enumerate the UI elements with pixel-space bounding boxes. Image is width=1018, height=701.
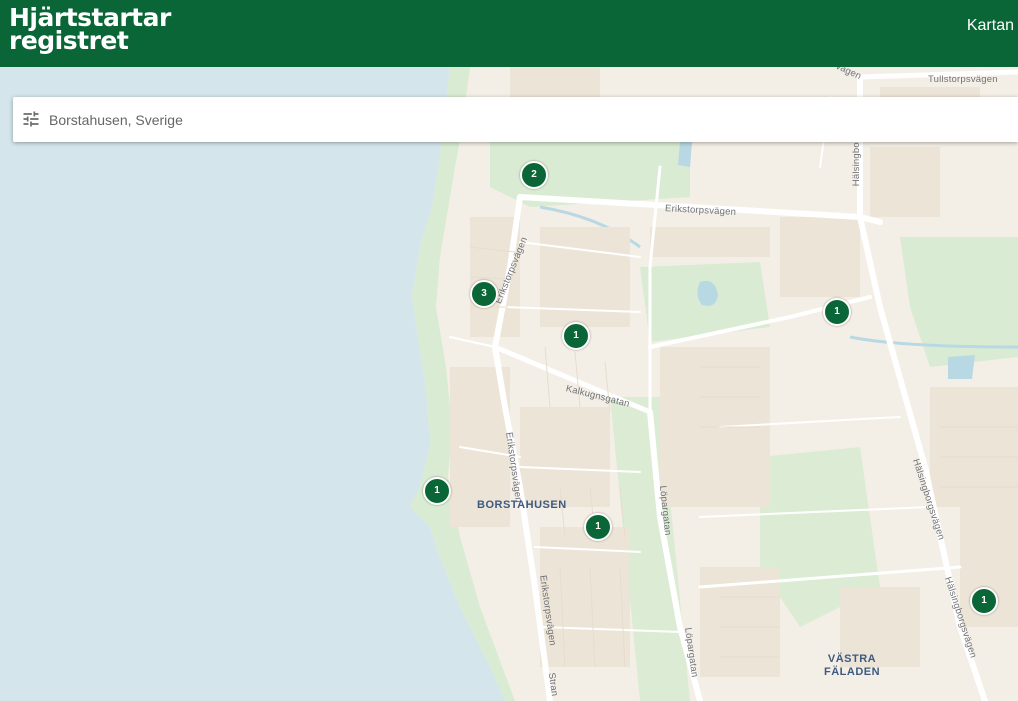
pond-3: [948, 355, 975, 379]
search-input[interactable]: [49, 97, 949, 142]
map-canvas: [0, 67, 1018, 701]
search-bar: [13, 97, 1018, 142]
aed-cluster-marker[interactable]: 2: [520, 161, 548, 189]
district-label-vastra-faladen: VÄSTRA FÄLADEN: [824, 653, 880, 679]
app-header: Hjärtstartar registret Kartan: [0, 0, 1018, 67]
aed-cluster-marker[interactable]: 1: [823, 298, 851, 326]
map-label-tullstorpsvagen: Tullstorpsvägen: [928, 74, 998, 85]
aed-cluster-marker[interactable]: 1: [562, 322, 590, 350]
district-label-faladen: FÄLADEN: [824, 666, 881, 678]
tune-icon[interactable]: [21, 109, 41, 129]
aed-cluster-marker[interactable]: 1: [423, 477, 451, 505]
district-label-vastra: VÄSTRA: [827, 653, 877, 665]
app-logo[interactable]: Hjärtstartar registret: [9, 5, 171, 55]
aed-cluster-marker[interactable]: 1: [584, 513, 612, 541]
logo-line-2: registret: [9, 26, 129, 55]
aed-cluster-marker[interactable]: 1: [970, 587, 998, 615]
nav-link-kartan[interactable]: Kartan: [967, 17, 1014, 35]
aed-cluster-marker[interactable]: 3: [470, 280, 498, 308]
map-label-halsingbor-top: Hälsingbor: [851, 138, 863, 187]
map-view[interactable]: Tullstorpsvägen vägen Erikstorpsvägen Er…: [0, 67, 1018, 701]
district-label-borstahusen: BORSTAHUSEN: [477, 499, 567, 511]
pond-2: [678, 142, 692, 167]
